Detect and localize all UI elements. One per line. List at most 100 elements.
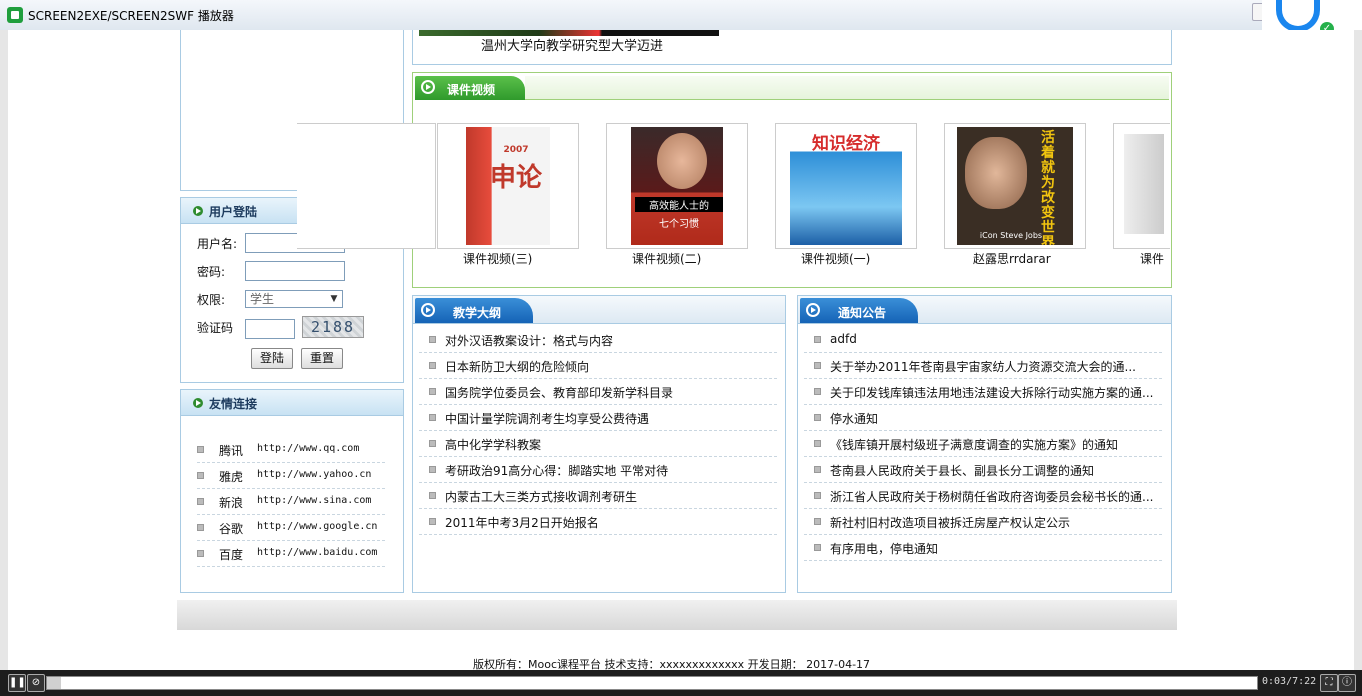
list-item[interactable]: 新社村旧村改造项目被拆迁房屋产权认定公示 — [804, 508, 1162, 535]
video-header: 课件视频 — [415, 76, 525, 100]
role-select[interactable]: 学生 ▼ — [245, 290, 343, 308]
info-icon[interactable]: ⓘ — [1338, 674, 1356, 692]
video-header-band — [525, 76, 1169, 99]
list-item[interactable]: 关于印发钱库镇违法用地违法建设大拆除行动实施方案的通... — [804, 378, 1162, 405]
video-panel: 课件视频 2007 申论 课件视频(三) 高效能人士的 七个习惯 课件视频(二)… — [297, 72, 1172, 288]
syllabus-tab: 教学大纲 — [415, 298, 533, 323]
video-label[interactable]: 课件 — [1140, 250, 1164, 267]
notices-tab: 通知公告 — [800, 298, 918, 323]
bullet-icon — [814, 492, 821, 499]
list-item[interactable]: 苍南县人民政府关于县长、副县长分工调整的通知 — [804, 456, 1162, 483]
progress-track[interactable] — [46, 676, 1258, 690]
bullet-icon — [814, 336, 821, 343]
play-circle-icon — [806, 303, 820, 317]
link-item[interactable]: 雅虎 http://www.yahoo.cn — [197, 462, 385, 489]
list-item[interactable]: 内蒙古工大三类方式接收调剂考研生 — [419, 482, 777, 509]
video-label[interactable]: 课件视频(三) — [463, 250, 532, 267]
bullet-icon — [814, 544, 821, 551]
notices-panel: 通知公告 adfd 关于举办2011年苍南县宇宙家纺人力资源交流大会的通... … — [797, 295, 1172, 593]
syllabus-title: 教学大纲 — [453, 306, 502, 320]
video-card-partial[interactable] — [1113, 123, 1170, 249]
list-item[interactable]: 《钱库镇开展村级班子满意度调查的实施方案》的通知 — [804, 430, 1162, 457]
syllabus-panel: 教学大纲 对外汉语教案设计：格式与内容 日本新防卫大纲的危险倾向 国务院学位委员… — [412, 295, 786, 593]
book-cover-seven-habits: 高效能人士的 七个习惯 — [617, 127, 737, 245]
progress-fill — [47, 677, 61, 689]
bullet-icon — [814, 440, 821, 447]
login-title: 用户登陆 — [209, 205, 258, 219]
news-slideshow[interactable]: 温州大学向教学研究型大学迈进 — [412, 30, 1172, 65]
links-header: 友情连接 — [181, 390, 403, 416]
bullet-icon — [197, 550, 204, 557]
app-icon — [7, 7, 23, 23]
bullet-icon — [197, 524, 204, 531]
password-input[interactable] — [245, 261, 345, 281]
list-item[interactable]: 停水通知 — [804, 404, 1162, 431]
video-label[interactable]: 赵露思rrdarar — [973, 250, 1051, 267]
video-label[interactable]: 课件视频(一) — [801, 250, 870, 267]
bullet-icon — [429, 440, 436, 447]
list-item[interactable]: 国务院学位委员会、教育部印发新学科目录 — [419, 378, 777, 405]
video-card[interactable]: 2007 申论 — [437, 123, 579, 249]
stop-icon[interactable]: ⊘ — [27, 674, 45, 692]
video-card[interactable]: 活着就为改变世界 iCon Steve Jobs — [944, 123, 1086, 249]
video-header-rule — [525, 99, 1169, 100]
book-cover-shenlun: 2007 申论 — [448, 127, 568, 245]
bullet-icon — [197, 446, 204, 453]
bullet-icon — [814, 414, 821, 421]
video-card-partial[interactable] — [297, 123, 436, 249]
list-item[interactable]: adfd — [804, 326, 1162, 353]
bullet-icon — [429, 518, 436, 525]
notices-title: 通知公告 — [838, 306, 887, 320]
bullet-icon — [814, 518, 821, 525]
time-display: 0:03/7:22 — [1262, 676, 1317, 687]
window-titlebar: SCREEN2EXE/SCREEN2SWF 播放器 — [0, 0, 1362, 31]
pause-icon[interactable]: ❚❚ — [8, 674, 26, 692]
arrow-circle-icon — [193, 206, 203, 216]
list-item[interactable]: 关于举办2011年苍南县宇宙家纺人力资源交流大会的通... — [804, 352, 1162, 379]
link-item[interactable]: 谷歌 http://www.google.cn — [197, 514, 385, 541]
list-item[interactable]: 中国计量学院调剂考生均享受公费待遇 — [419, 404, 777, 431]
bullet-icon — [429, 414, 436, 421]
play-circle-icon — [421, 303, 435, 317]
list-item[interactable]: 考研政治91高分心得：脚踏实地 平常对待 — [419, 456, 777, 483]
book-cover-partial — [1124, 134, 1164, 234]
reset-button[interactable]: 重置 — [301, 348, 343, 369]
captcha-label: 验证码 — [197, 321, 234, 335]
list-item[interactable]: 浙江省人民政府关于杨树荫任省政府咨询委员会秘书长的通... — [804, 482, 1162, 509]
links-panel: 友情连接 腾讯 http://www.qq.com 雅虎 http://www.ya… — [180, 389, 404, 593]
captcha-image[interactable]: 2188 — [302, 316, 364, 338]
fullscreen-icon[interactable]: ⛶ — [1320, 674, 1338, 692]
chevron-down-icon: ▼ — [330, 294, 338, 304]
news-caption[interactable]: 温州大学向教学研究型大学迈进 — [481, 35, 663, 54]
list-item[interactable]: 日本新防卫大纲的危险倾向 — [419, 352, 777, 379]
role-select-value: 学生 — [250, 292, 275, 306]
magazine-cover-knowledge-economy: 知识经济 — [786, 127, 906, 245]
role-label: 权限: — [197, 293, 226, 307]
bullet-icon — [814, 466, 821, 473]
link-item[interactable]: 百度 http://www.baidu.com — [197, 540, 385, 567]
list-item[interactable]: 有序用电，停电通知 — [804, 534, 1162, 561]
book-cover-steve-jobs: 活着就为改变世界 iCon Steve Jobs — [955, 127, 1075, 245]
video-card[interactable]: 知识经济 — [775, 123, 917, 249]
captcha-input[interactable] — [245, 319, 295, 339]
list-item[interactable]: 2011年中考3月2日开始报名 — [419, 508, 777, 535]
window-title: SCREEN2EXE/SCREEN2SWF 播放器 — [28, 9, 234, 23]
bullet-icon — [429, 362, 436, 369]
list-item[interactable]: 对外汉语教案设计：格式与内容 — [419, 326, 777, 353]
link-item[interactable]: 新浪 http://www.sina.com — [197, 488, 385, 515]
video-title: 课件视频 — [447, 83, 496, 97]
link-item[interactable]: 腾讯 http://www.qq.com — [197, 436, 385, 463]
login-button[interactable]: 登陆 — [251, 348, 293, 369]
vertical-scrollbar[interactable] — [1354, 30, 1362, 670]
bullet-icon — [429, 492, 436, 499]
play-circle-icon — [421, 80, 435, 94]
video-label[interactable]: 课件视频(二) — [632, 250, 701, 267]
left-frame — [0, 30, 8, 670]
bullet-icon — [197, 498, 204, 505]
list-item[interactable]: 高中化学学科教案 — [419, 430, 777, 457]
bullet-icon — [429, 388, 436, 395]
video-card[interactable]: 高效能人士的 七个习惯 — [606, 123, 748, 249]
bullet-icon — [814, 362, 821, 369]
bullet-icon — [814, 388, 821, 395]
copyright-text: 版权所有：Mooc课程平台 技术支持：xxxxxxxxxxxxx 开发日期： 2… — [473, 658, 871, 670]
